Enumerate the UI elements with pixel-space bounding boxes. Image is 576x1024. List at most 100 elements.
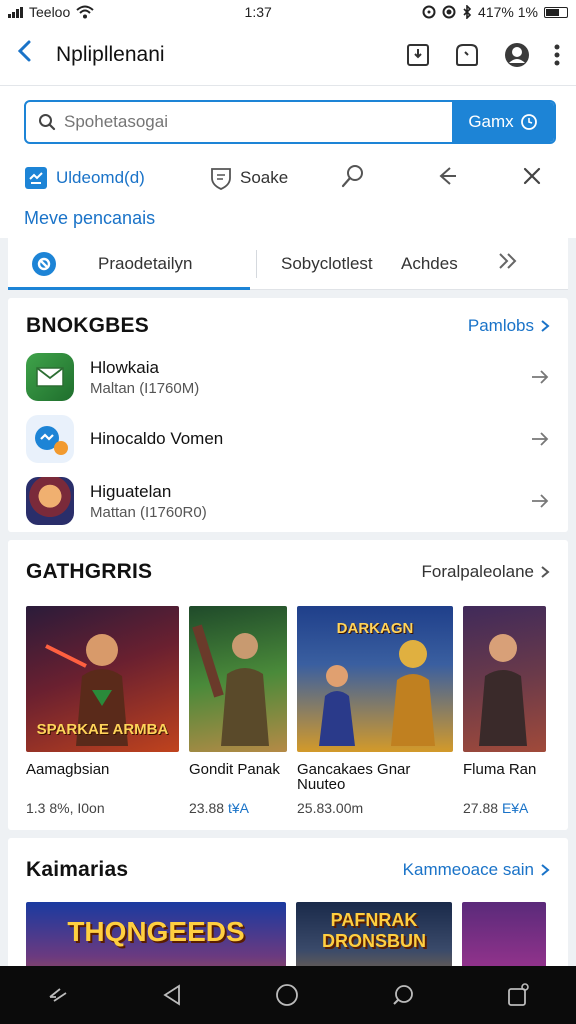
game-meta: 27.88 E¥A — [463, 800, 529, 816]
shield-icon — [211, 168, 231, 190]
quick-action-secondary[interactable]: Soake — [210, 166, 340, 190]
app-bar: Nplipllenani — [0, 24, 576, 86]
tab-collection-label: Sobyclotlest — [281, 253, 373, 273]
game-name: Gondit Panak — [189, 761, 280, 778]
tab-collection[interactable]: Sobyclotlest — [257, 254, 397, 274]
back-arrow-icon — [17, 40, 31, 62]
wifi-icon — [76, 5, 94, 19]
pin-button[interactable] — [340, 163, 436, 194]
game-meta: 1.3 8%, I0on — [26, 800, 105, 816]
manage-link[interactable]: Meve pencanais — [0, 204, 576, 238]
tab-bar: Praodetailyn Sobyclotlest Achdes — [8, 238, 568, 290]
nav-home-icon[interactable] — [275, 983, 299, 1007]
battery-icon — [543, 6, 568, 18]
chevron-right-icon — [541, 864, 550, 876]
apps-badge-icon — [25, 167, 47, 189]
list-item[interactable]: Hinocaldo Vomen — [8, 408, 568, 470]
download-icon[interactable] — [406, 43, 430, 67]
search-button[interactable]: Gamx — [452, 102, 554, 142]
close-icon — [523, 167, 541, 184]
back-gesture-icon[interactable] — [46, 983, 70, 1007]
search-bar: Gamx — [24, 100, 556, 144]
list-item-name: Hlowkaia — [90, 357, 159, 377]
envelope-icon — [36, 367, 64, 387]
pin-icon — [341, 164, 363, 187]
featured-see-all-link[interactable]: Kammeoace sain — [403, 860, 550, 880]
game-card[interactable]: DARKAGN Gancakaes Gnar Nuuteo 25.83.00m — [297, 606, 453, 816]
arrow-right-icon — [532, 494, 549, 508]
carrier-text: Teeloo — [29, 4, 71, 20]
list-item[interactable]: Hlowkaia Maltan (I1760M) — [8, 346, 568, 408]
signal-icon — [8, 6, 23, 18]
nav-recents-icon[interactable] — [506, 982, 530, 1008]
chevron-right-icon — [541, 566, 550, 578]
featured-cover-title: PAFNRAK DRONSBUN — [321, 910, 426, 951]
tab-details[interactable]: Praodetailyn — [80, 254, 256, 274]
quick-action-primary-label: Uldeomd(d) — [56, 168, 145, 187]
page-title: Nplipllenani — [56, 42, 165, 66]
list-item[interactable]: Higuatelan Mattan (I1760R0) — [8, 470, 568, 532]
location-icon — [442, 5, 456, 19]
arrow-right-icon — [532, 370, 549, 384]
game-cover-title: DARKAGN — [336, 620, 414, 637]
game-app-icon — [26, 477, 74, 525]
bluetooth-icon — [463, 5, 472, 19]
battery-text: 417% 1% — [478, 4, 538, 20]
more-vert-icon[interactable] — [554, 43, 560, 67]
library-icon[interactable] — [454, 43, 480, 67]
status-bar: Teeloo 1:37 417% 1% — [0, 0, 576, 24]
status-time: 1:37 — [244, 4, 272, 20]
game-meta: 23.88 t¥A — [189, 800, 249, 816]
bookings-card: BNOKGBES Pamlobs Hlowkaia Maltan (I1760M… — [8, 298, 568, 532]
chevron-right-icon — [541, 320, 550, 332]
search-icon — [39, 114, 56, 131]
search-input[interactable] — [64, 112, 452, 132]
quick-action-secondary-label: Soake — [240, 168, 289, 187]
alarm-icon — [422, 5, 436, 19]
games-title: GATHGRRIS — [26, 560, 153, 583]
featured-cover-title: THQNGEEDS — [67, 916, 245, 947]
clock-icon — [520, 114, 537, 130]
share-button[interactable] — [436, 164, 522, 193]
bookings-see-all-link[interactable]: Pamlobs — [468, 316, 550, 336]
arrow-right-icon — [532, 432, 549, 446]
featured-title: Kaimarias — [26, 858, 129, 881]
list-item-sub: Mattan (I1760R0) — [90, 503, 207, 521]
list-item-sub: Maltan (I1760M) — [90, 379, 200, 397]
games-card: GATHGRRIS Foralpaleolane SPARKAE ARMBA A… — [8, 540, 568, 830]
system-nav-bar — [0, 966, 576, 1024]
tab-achievements[interactable]: Achdes — [397, 254, 497, 274]
game-card[interactable]: Gondit Panak 23.88 t¥A — [189, 606, 287, 816]
game-name: Gancakaes Gnar Nuuteo — [297, 761, 411, 793]
quick-actions-row: Uldeomd(d) Soake — [0, 152, 576, 204]
game-name: Fluma Ran — [463, 761, 537, 778]
account-avatar-icon[interactable] — [504, 42, 530, 68]
mail-app-icon — [26, 353, 74, 401]
game-cover-art: SPARKAE ARMBA — [26, 606, 179, 752]
tab-more-button[interactable] — [497, 252, 527, 275]
back-button[interactable] — [16, 39, 52, 70]
list-item-name: Higuatelan — [90, 481, 172, 501]
active-tab-indicator — [8, 287, 250, 290]
game-card[interactable]: SPARKAE ARMBA Aamagbsian 1.3 8%, I0on — [26, 606, 179, 816]
game-cover-art: DARKAGN — [297, 606, 453, 752]
tab-home-icon-button[interactable] — [8, 251, 80, 277]
bookings-title: BNOKGBES — [26, 314, 149, 337]
discover-icon — [32, 251, 56, 276]
list-item-name: Hinocaldo Vomen — [90, 429, 224, 448]
nav-search-icon[interactable] — [391, 983, 415, 1007]
close-button[interactable] — [522, 166, 542, 191]
games-see-all-link[interactable]: Foralpaleolane — [422, 562, 550, 582]
bookings-link-label: Pamlobs — [467, 316, 534, 335]
games-link-label: Foralpaleolane — [421, 562, 534, 581]
double-chevron-right-icon — [499, 253, 517, 269]
game-card[interactable]: Fluma Ran 27.88 E¥A — [463, 606, 546, 816]
chat-bubble-icon — [35, 426, 68, 455]
quick-action-primary[interactable]: Uldeomd(d) — [24, 166, 210, 190]
game-cover-title: SPARKAE ARMBA — [36, 721, 169, 738]
tab-achievements-label: Achdes — [401, 253, 458, 273]
messenger-app-icon — [26, 415, 74, 463]
nav-back-icon[interactable] — [161, 983, 183, 1007]
featured-link-label: Kammeoace sain — [402, 860, 534, 879]
game-name: Aamagbsian — [26, 761, 110, 778]
